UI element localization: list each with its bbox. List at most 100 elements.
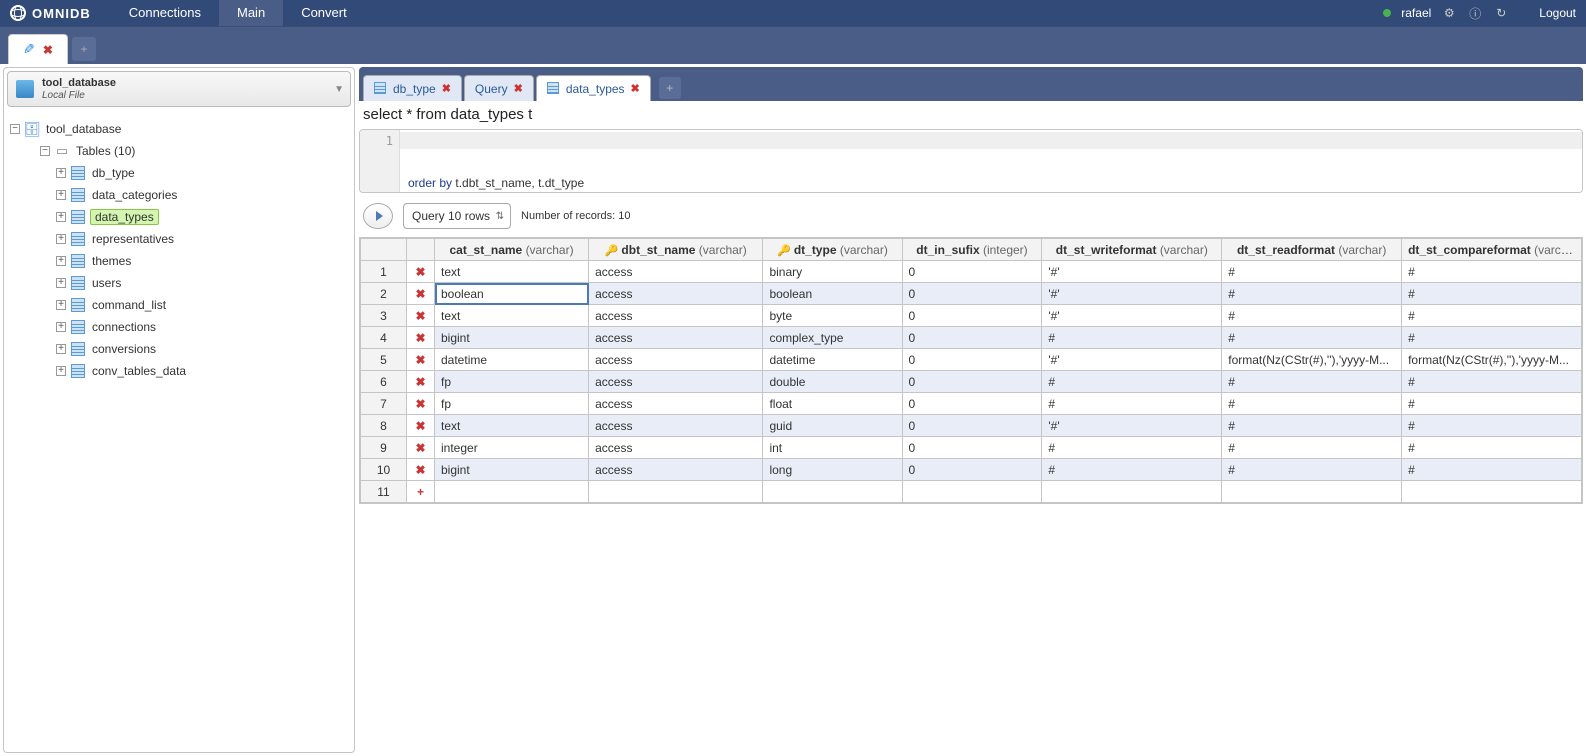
- cell[interactable]: fp: [435, 371, 589, 393]
- tree-root[interactable]: − 🗄 tool_database: [8, 118, 350, 140]
- expand-icon[interactable]: +: [56, 278, 66, 288]
- cell[interactable]: 0: [902, 283, 1042, 305]
- cell[interactable]: #: [1222, 327, 1402, 349]
- cell[interactable]: '#': [1042, 349, 1222, 371]
- nav-link-main[interactable]: Main: [219, 0, 283, 26]
- close-icon[interactable]: ✖: [442, 82, 451, 95]
- column-header[interactable]: 🔑dbt_st_name (varchar): [589, 239, 763, 261]
- column-header[interactable]: dt_st_readformat (varchar): [1222, 239, 1402, 261]
- expand-icon[interactable]: +: [56, 366, 66, 376]
- tree-table-item[interactable]: +users: [8, 272, 350, 294]
- cell[interactable]: boolean: [763, 283, 902, 305]
- cell[interactable]: float: [763, 393, 902, 415]
- run-query-button[interactable]: [363, 203, 393, 229]
- delete-row-button[interactable]: ✖: [407, 437, 435, 459]
- expand-icon[interactable]: +: [56, 212, 66, 222]
- cell[interactable]: #: [1402, 305, 1582, 327]
- delete-row-button[interactable]: ✖: [407, 349, 435, 371]
- cell[interactable]: #: [1042, 393, 1222, 415]
- nav-link-convert[interactable]: Convert: [283, 0, 365, 26]
- column-header[interactable]: dt_st_writeformat (varchar): [1042, 239, 1222, 261]
- cell[interactable]: [435, 481, 589, 503]
- cell[interactable]: long: [763, 459, 902, 481]
- cell[interactable]: format(Nz(CStr(#),''),'yyyy-M...: [1402, 349, 1582, 371]
- cell[interactable]: #: [1402, 459, 1582, 481]
- cell[interactable]: int: [763, 437, 902, 459]
- tree-table-item[interactable]: +conversions: [8, 338, 350, 360]
- cell[interactable]: access: [589, 459, 763, 481]
- delete-row-button[interactable]: ✖: [407, 415, 435, 437]
- cell[interactable]: #: [1402, 437, 1582, 459]
- delete-row-button[interactable]: ✖: [407, 459, 435, 481]
- cell[interactable]: access: [589, 261, 763, 283]
- database-selector[interactable]: tool_database Local File ▼: [7, 71, 351, 107]
- query-tab[interactable]: db_type✖: [363, 75, 462, 101]
- collapse-icon[interactable]: −: [40, 146, 50, 156]
- cell[interactable]: [1042, 481, 1222, 503]
- query-tab[interactable]: data_types✖: [536, 75, 651, 101]
- nav-link-connections[interactable]: Connections: [111, 0, 219, 26]
- add-row-button[interactable]: +: [407, 481, 435, 503]
- add-connection-tab[interactable]: +: [72, 37, 96, 61]
- cell[interactable]: datetime: [763, 349, 902, 371]
- cell[interactable]: #: [1042, 459, 1222, 481]
- cell[interactable]: access: [589, 349, 763, 371]
- expand-icon[interactable]: +: [56, 168, 66, 178]
- cell[interactable]: access: [589, 437, 763, 459]
- tree-table-item[interactable]: +db_type: [8, 162, 350, 184]
- connection-tab[interactable]: ✎ ✖: [8, 34, 68, 64]
- cell[interactable]: [1222, 481, 1402, 503]
- gear-icon[interactable]: ⚙: [1441, 5, 1457, 21]
- cell[interactable]: #: [1222, 305, 1402, 327]
- cell[interactable]: #: [1042, 327, 1222, 349]
- delete-row-button[interactable]: ✖: [407, 261, 435, 283]
- cell[interactable]: access: [589, 415, 763, 437]
- cell[interactable]: fp: [435, 393, 589, 415]
- cell[interactable]: text: [435, 415, 589, 437]
- add-query-tab[interactable]: +: [659, 77, 681, 99]
- column-header[interactable]: cat_st_name (varchar): [435, 239, 589, 261]
- cell[interactable]: #: [1222, 459, 1402, 481]
- sql-editor[interactable]: 1 order by t.dbt_st_name, t.dt_type: [359, 129, 1583, 193]
- cell[interactable]: #: [1402, 283, 1582, 305]
- close-icon[interactable]: ✖: [43, 43, 53, 57]
- expand-icon[interactable]: +: [56, 234, 66, 244]
- close-icon[interactable]: ✖: [631, 82, 640, 95]
- tree-table-item[interactable]: +data_categories: [8, 184, 350, 206]
- cell[interactable]: 0: [902, 393, 1042, 415]
- cell[interactable]: [1402, 481, 1582, 503]
- cell[interactable]: access: [589, 283, 763, 305]
- cell[interactable]: 0: [902, 437, 1042, 459]
- cell[interactable]: access: [589, 305, 763, 327]
- tree-table-item[interactable]: +command_list: [8, 294, 350, 316]
- cell[interactable]: access: [589, 371, 763, 393]
- cell[interactable]: guid: [763, 415, 902, 437]
- cell[interactable]: binary: [763, 261, 902, 283]
- cell[interactable]: bigint: [435, 459, 589, 481]
- cell[interactable]: #: [1222, 371, 1402, 393]
- cell[interactable]: boolean: [435, 283, 589, 305]
- expand-icon[interactable]: +: [56, 322, 66, 332]
- cell[interactable]: format(Nz(CStr(#),''),'yyyy-M...: [1222, 349, 1402, 371]
- cell[interactable]: integer: [435, 437, 589, 459]
- delete-row-button[interactable]: ✖: [407, 283, 435, 305]
- cell[interactable]: access: [589, 393, 763, 415]
- cell[interactable]: datetime: [435, 349, 589, 371]
- cell[interactable]: '#': [1042, 305, 1222, 327]
- cell[interactable]: double: [763, 371, 902, 393]
- expand-icon[interactable]: +: [56, 344, 66, 354]
- cell[interactable]: #: [1222, 261, 1402, 283]
- cell[interactable]: 0: [902, 305, 1042, 327]
- cell[interactable]: bigint: [435, 327, 589, 349]
- delete-row-button[interactable]: ✖: [407, 371, 435, 393]
- cell[interactable]: 0: [902, 415, 1042, 437]
- delete-row-button[interactable]: ✖: [407, 305, 435, 327]
- cell[interactable]: #: [1222, 437, 1402, 459]
- cell[interactable]: text: [435, 261, 589, 283]
- tree-table-item[interactable]: +connections: [8, 316, 350, 338]
- cell[interactable]: 0: [902, 459, 1042, 481]
- cell[interactable]: text: [435, 305, 589, 327]
- cell[interactable]: #: [1222, 393, 1402, 415]
- query-tab[interactable]: Query✖: [464, 75, 534, 101]
- tree-table-item[interactable]: +conv_tables_data: [8, 360, 350, 382]
